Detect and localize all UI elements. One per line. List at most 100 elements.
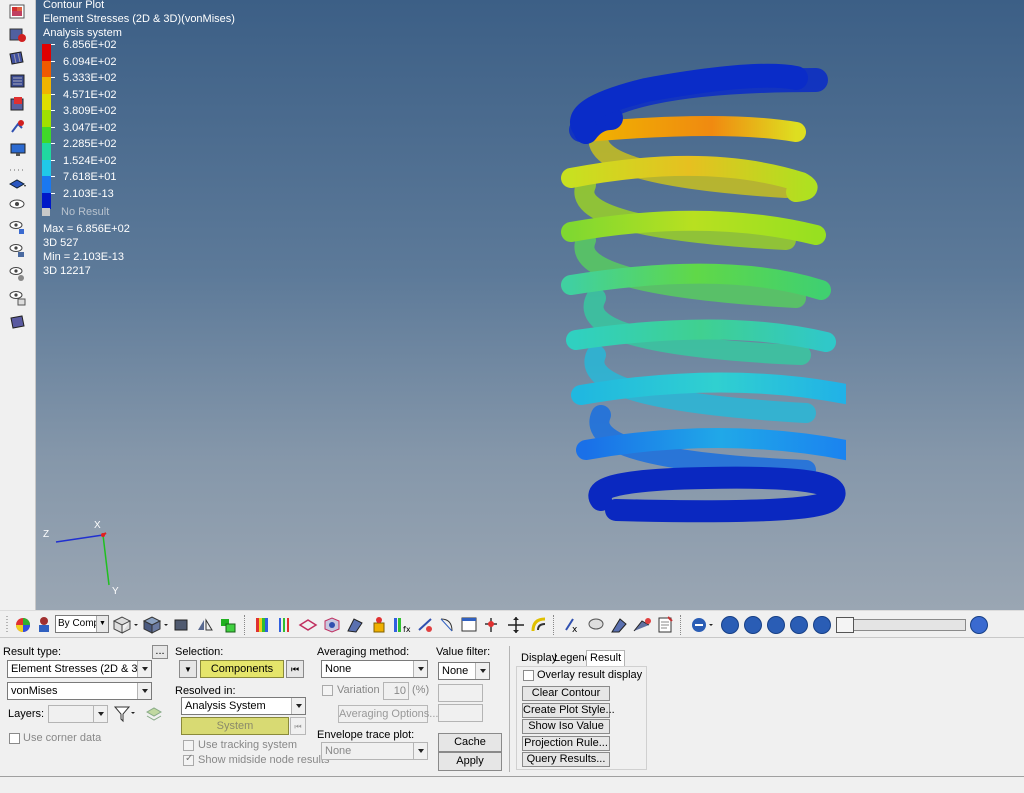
clear-contour-button[interactable]: Clear Contour — [522, 686, 610, 701]
use-tracking-system-checkbox[interactable] — [183, 740, 194, 751]
components-button[interactable]: Components — [200, 660, 284, 678]
value-filter-max-input[interactable] — [438, 704, 483, 722]
curve-icon[interactable] — [632, 615, 652, 635]
projection-rule-button[interactable]: Projection Rule... — [522, 736, 610, 751]
material-icon[interactable] — [36, 615, 52, 635]
min-value: Min = 2.103E-13 — [43, 251, 125, 263]
color-by-dropdown[interactable]: By Comp ▼ — [55, 615, 109, 633]
marker-icon[interactable] — [9, 119, 27, 135]
first-frame-button[interactable] — [721, 616, 739, 634]
spring-icon[interactable] — [530, 615, 548, 635]
play-button[interactable] — [767, 616, 785, 634]
cache-button[interactable]: Cache — [438, 733, 502, 752]
deformed-icon[interactable] — [9, 50, 27, 66]
legend-swatch — [42, 143, 51, 160]
averaging-method-value: None — [325, 663, 352, 675]
show-iso-value-button[interactable]: Show Iso Value — [522, 719, 610, 734]
apply-button[interactable]: Apply — [438, 752, 502, 771]
probe-icon[interactable] — [610, 615, 628, 635]
value-filter-select[interactable]: None — [438, 662, 490, 680]
color-wheel-icon[interactable] — [14, 615, 32, 635]
component-select[interactable]: vonMises — [7, 682, 152, 700]
animation-shape-icon[interactable] — [322, 615, 342, 635]
eye-show-icon[interactable] — [9, 266, 27, 282]
eye-hide-icon[interactable] — [9, 220, 27, 236]
reset-selection-button[interactable]: ⏮ — [286, 660, 304, 678]
variation-input[interactable]: 10 — [383, 682, 409, 700]
vector-plot-icon[interactable] — [9, 73, 27, 89]
legend-swatch — [42, 93, 51, 110]
formula-icon[interactable]: x — [563, 615, 583, 635]
reset-system-button[interactable]: ⏮ — [290, 717, 306, 735]
notes-icon[interactable] — [460, 615, 478, 635]
comment-icon[interactable] — [587, 615, 605, 635]
legend-swatch — [42, 110, 51, 127]
monitor-icon[interactable] — [9, 142, 27, 158]
create-plot-style-button[interactable]: Create Plot Style... — [522, 703, 615, 718]
shaded-icon[interactable] — [142, 615, 168, 635]
legend-value: 6.856E+02 — [63, 39, 117, 51]
filter-icon[interactable] — [113, 705, 137, 725]
report-icon[interactable] — [656, 615, 674, 635]
coil-spring-model[interactable] — [526, 60, 846, 530]
grip-handle — [5, 615, 9, 635]
tab-result[interactable]: Result — [586, 650, 626, 667]
query-results-button[interactable]: Query Results... — [522, 752, 610, 767]
load-case-icon[interactable] — [690, 615, 716, 635]
color-by-value: By Comp — [58, 618, 100, 629]
measure-icon[interactable] — [370, 615, 388, 635]
deformed-shape-icon[interactable] — [298, 615, 318, 635]
mirror-icon[interactable] — [196, 615, 214, 635]
chevron-down-icon — [137, 661, 151, 677]
layers-icon[interactable] — [9, 176, 27, 192]
settings-gear-icon[interactable] — [970, 616, 988, 634]
eye-reverse-icon[interactable] — [9, 290, 27, 306]
result-type-more-button[interactable]: ... — [152, 645, 168, 659]
result-type-select[interactable]: Element Stresses (2D & 3D) (t) — [7, 660, 152, 678]
section-cut-icon[interactable] — [346, 615, 364, 635]
move-icon[interactable] — [506, 615, 526, 635]
contour-icon[interactable] — [9, 4, 27, 20]
result-type-label: Result type: — [3, 646, 62, 658]
animation-slider-thumb[interactable] — [836, 617, 854, 633]
graphics-viewport[interactable]: Contour Plot Element Stresses (2D & 3D)(… — [36, 0, 1024, 610]
use-corner-data-checkbox[interactable] — [9, 733, 20, 744]
tracking-icon[interactable] — [416, 615, 434, 635]
legend-swatch — [42, 159, 51, 176]
assign-icon[interactable] — [9, 27, 27, 43]
components-icon[interactable] — [219, 615, 237, 635]
plot-title: Contour Plot — [43, 0, 105, 11]
legend-value: 7.618E+01 — [63, 171, 117, 183]
layers-select[interactable] — [48, 705, 108, 723]
pin-icon[interactable] — [482, 615, 500, 635]
layers-stack-icon[interactable] — [145, 704, 163, 724]
previous-frame-button[interactable] — [744, 616, 762, 634]
eye-isolate-icon[interactable] — [9, 243, 27, 259]
tensor-plot-icon[interactable] — [9, 96, 27, 112]
hotspot-icon[interactable] — [438, 615, 456, 635]
next-frame-button[interactable] — [790, 616, 808, 634]
model-info-icon[interactable] — [9, 314, 27, 330]
resolved-in-select[interactable]: Analysis System — [181, 697, 306, 715]
value-filter-min-input[interactable] — [438, 684, 483, 702]
min-element: 3D 12217 — [43, 265, 91, 277]
resolved-in-value: Analysis System — [185, 700, 266, 712]
averaging-options-button[interactable]: Averaging Options... — [338, 705, 438, 723]
overlay-result-checkbox[interactable] — [523, 670, 534, 681]
contour-plot-icon[interactable] — [254, 615, 272, 635]
element-icon[interactable] — [173, 615, 191, 635]
animation-slider[interactable] — [836, 619, 966, 631]
system-button[interactable]: System — [181, 717, 289, 735]
legend-bars-icon[interactable] — [276, 615, 294, 635]
averaging-method-select[interactable]: None — [321, 660, 428, 678]
last-frame-button[interactable] — [813, 616, 831, 634]
derived-result-icon[interactable]: fx — [392, 615, 412, 635]
variation-checkbox[interactable] — [322, 685, 333, 696]
result-tab-pane: Overlay result display Clear Contour Cre… — [516, 666, 647, 770]
show-midside-checkbox[interactable] — [183, 753, 194, 766]
wireframe-icon[interactable] — [112, 615, 138, 635]
legend-tick — [51, 143, 55, 144]
envelope-trace-select[interactable]: None — [321, 742, 428, 760]
selection-dropdown-button[interactable]: ▼ — [179, 660, 197, 678]
eye-icon[interactable] — [9, 198, 27, 214]
